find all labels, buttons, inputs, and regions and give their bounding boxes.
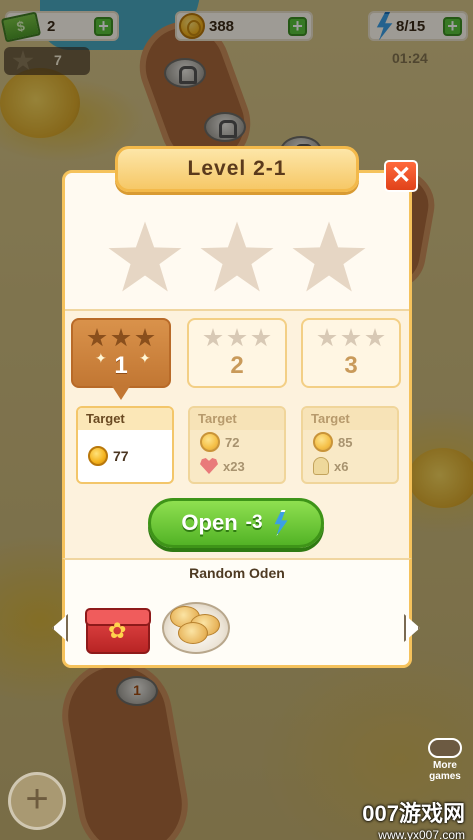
gamepad-icon: [428, 738, 462, 758]
target-row: x6: [303, 454, 397, 478]
target-coins: 85: [338, 434, 353, 450]
more-games-label: More games: [429, 760, 461, 782]
target-row: x23: [190, 454, 284, 478]
star-icon: [365, 328, 385, 347]
open-level-button[interactable]: Open -3: [148, 498, 324, 548]
difficulty-tab-1[interactable]: ✦ ✦ 1: [71, 318, 171, 388]
coin-icon: [88, 446, 108, 466]
add-button[interactable]: +: [8, 772, 66, 830]
target-header: Target: [190, 408, 284, 430]
difficulty-number: 1: [114, 352, 128, 379]
target-coins: 77: [113, 448, 129, 464]
difficulty-number: 3: [344, 352, 358, 379]
heart-icon: [200, 458, 218, 474]
gift-box-icon: [85, 608, 151, 654]
open-button-label: Open: [181, 510, 238, 535]
open-button-cost: -3: [245, 512, 263, 533]
star-icon: [251, 328, 271, 347]
star-icon: [317, 328, 337, 347]
level-title: Level 2-1: [115, 146, 359, 192]
target-hearts: x23: [223, 458, 245, 474]
star-icon: [111, 328, 131, 347]
target-row: 85: [303, 430, 397, 454]
person-icon: [313, 457, 329, 475]
bolt-icon: [274, 510, 288, 536]
star-icon: [227, 328, 247, 347]
close-button[interactable]: ✕: [384, 160, 418, 192]
target-header: Target: [303, 408, 397, 430]
difficulty-number: 2: [230, 352, 244, 379]
difficulty-stars: [87, 328, 155, 348]
difficulty-stars: [317, 328, 385, 348]
target-header: Target: [78, 408, 172, 430]
star-icon: [87, 328, 107, 347]
watermark-title: 007游戏网: [362, 801, 465, 826]
target-card: Target 72 x23: [188, 406, 286, 484]
target-row: 72: [190, 430, 284, 454]
difficulty-tab-2[interactable]: 2: [187, 318, 287, 388]
watermark-url: www.yx007.com: [378, 828, 465, 840]
difficulty-stars: [203, 328, 271, 348]
difficulty-tab-3[interactable]: 3: [301, 318, 401, 388]
watermark: 007游戏网 www.yx007.com: [362, 796, 465, 840]
reward-title: Random Oden: [189, 565, 285, 581]
coin-icon: [313, 432, 333, 452]
target-people: x6: [334, 458, 349, 474]
target-card: Target 77: [76, 406, 174, 484]
star-icon: [203, 328, 223, 347]
star-icon: [341, 328, 361, 347]
oden-piece: [178, 622, 208, 644]
star-icon: [135, 328, 155, 347]
target-coins: 72: [225, 434, 240, 450]
more-games-button[interactable]: More games: [422, 738, 468, 784]
target-card: Target 85 x6: [301, 406, 399, 484]
coin-icon: [200, 432, 220, 452]
target-row: 77: [78, 444, 172, 468]
